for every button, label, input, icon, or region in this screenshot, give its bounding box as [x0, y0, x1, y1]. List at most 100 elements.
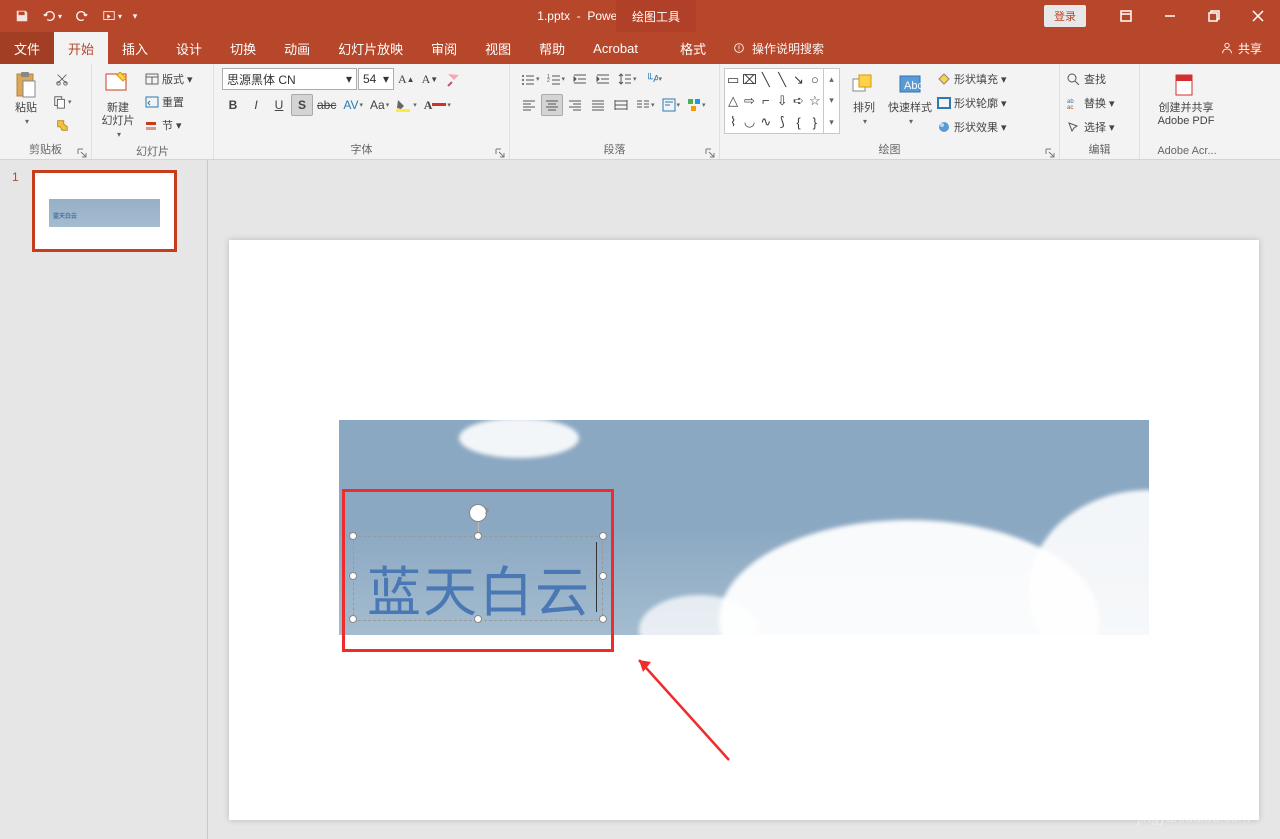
drawing-dialog-launcher[interactable]	[1045, 145, 1057, 157]
gallery-up[interactable]: ▴	[824, 69, 839, 90]
share-button[interactable]: 共享	[1202, 32, 1280, 64]
tab-file[interactable]: 文件	[0, 32, 54, 64]
clipboard-dialog-launcher[interactable]	[77, 145, 89, 157]
font-dialog-launcher[interactable]	[495, 145, 507, 157]
find-button[interactable]: 查找	[1064, 68, 1118, 90]
maximize-icon[interactable]	[1192, 1, 1236, 31]
section-button[interactable]: 节▾	[142, 114, 196, 136]
shape-line[interactable]: ╲	[758, 69, 774, 90]
shape-brace-r[interactable]: }	[807, 112, 823, 133]
tab-insert[interactable]: 插入	[108, 32, 162, 64]
create-adobe-pdf-button[interactable]: 创建并共享Adobe PDF	[1144, 68, 1228, 130]
slide-canvas[interactable]: 蓝天白云 Baidu 经验 jingyan.baidu.com	[208, 160, 1280, 839]
resize-handle[interactable]	[599, 572, 607, 580]
cut-icon[interactable]	[50, 68, 75, 90]
qat-customize-icon[interactable]: ▾	[128, 2, 142, 30]
increase-font-icon[interactable]: A▲	[395, 68, 418, 90]
reset-button[interactable]: 重置	[142, 91, 196, 113]
paragraph-dialog-launcher[interactable]	[705, 145, 717, 157]
rotation-handle[interactable]	[469, 504, 487, 522]
columns-button[interactable]: ▾	[633, 94, 658, 116]
strikethrough-button[interactable]: abc	[314, 94, 339, 116]
decrease-indent-button[interactable]	[569, 68, 591, 90]
shape-textbox[interactable]: ⌧	[741, 69, 757, 90]
tab-acrobat[interactable]: Acrobat	[579, 32, 652, 64]
distribute-button[interactable]	[610, 94, 632, 116]
slide-thumbnail-1[interactable]: 1 蓝天白云	[14, 170, 193, 252]
increase-indent-button[interactable]	[592, 68, 614, 90]
new-slide-button[interactable]: 新建幻灯片▾	[96, 68, 140, 141]
align-center-button[interactable]	[541, 94, 563, 116]
smartart-button[interactable]: ▾	[684, 94, 709, 116]
decrease-font-icon[interactable]: A▼	[419, 68, 442, 90]
bold-button[interactable]: B	[222, 94, 244, 116]
replace-button[interactable]: abac替换▾	[1064, 92, 1118, 114]
underline-button[interactable]: U	[268, 94, 290, 116]
shape-tri[interactable]: △	[725, 90, 741, 111]
shape-outline-button[interactable]: 形状轮廓▾	[934, 92, 1010, 114]
tab-review[interactable]: 审阅	[417, 32, 471, 64]
change-case-button[interactable]: Aa▾	[367, 94, 392, 116]
minimize-icon[interactable]	[1148, 1, 1192, 31]
quick-styles-button[interactable]: Abc 快速样式▾	[888, 68, 932, 130]
copy-icon[interactable]: ▾	[50, 91, 75, 113]
font-name-combo[interactable]: 思源黑体 CN▾	[222, 68, 357, 90]
align-right-button[interactable]	[564, 94, 586, 116]
resize-handle[interactable]	[599, 532, 607, 540]
slide-thumbnail-pane[interactable]: 1 蓝天白云	[0, 160, 208, 839]
shadow-button[interactable]: S	[291, 94, 313, 116]
shape-arc[interactable]: ◡	[741, 112, 757, 133]
shape-oval[interactable]: ○	[807, 69, 823, 90]
clear-formatting-icon[interactable]	[442, 68, 464, 90]
redo-icon[interactable]	[68, 2, 96, 30]
tab-view[interactable]: 视图	[471, 32, 525, 64]
close-icon[interactable]	[1236, 1, 1280, 31]
shape-rect[interactable]: ▭	[725, 69, 741, 90]
shape-corner[interactable]: ⌐	[758, 90, 774, 111]
shape-line2[interactable]: ╲	[774, 69, 790, 90]
tab-design[interactable]: 设计	[162, 32, 216, 64]
text-direction-button[interactable]: ╙A▾	[641, 68, 666, 90]
shape-arrow-r[interactable]: ⇨	[741, 90, 757, 111]
shape-free[interactable]: ∿	[758, 112, 774, 133]
shape-fill-button[interactable]: 形状填充▾	[934, 68, 1010, 90]
align-left-button[interactable]	[518, 94, 540, 116]
line-spacing-button[interactable]: ▾	[615, 68, 640, 90]
bullets-button[interactable]: ▾	[518, 68, 543, 90]
italic-button[interactable]: I	[245, 94, 267, 116]
align-text-button[interactable]: ▾	[659, 94, 684, 116]
start-from-beginning-icon[interactable]: ▾	[98, 2, 126, 30]
save-icon[interactable]	[8, 2, 36, 30]
paste-button[interactable]: 粘贴▾	[4, 68, 48, 130]
font-size-combo[interactable]: 54▾	[358, 68, 394, 90]
shape-arrow[interactable]: ➪	[790, 90, 806, 111]
layout-button[interactable]: 版式▾	[142, 68, 196, 90]
tab-help[interactable]: 帮助	[525, 32, 579, 64]
gallery-down[interactable]: ▾	[824, 90, 839, 111]
shape-effects-button[interactable]: 形状效果▾	[934, 116, 1010, 138]
shape-arrowline[interactable]: ↘	[790, 69, 806, 90]
resize-handle[interactable]	[599, 615, 607, 623]
tab-slideshow[interactable]: 幻灯片放映	[324, 32, 417, 64]
tab-home[interactable]: 开始	[54, 32, 108, 64]
shape-star[interactable]: ☆	[807, 90, 823, 111]
select-button[interactable]: 选择▾	[1064, 116, 1118, 138]
gallery-more[interactable]: ▾	[824, 112, 839, 133]
highlight-button[interactable]: ▾	[393, 94, 420, 116]
shape-brace-l[interactable]: {	[790, 112, 806, 133]
arrange-button[interactable]: 排列▾	[842, 68, 886, 130]
ribbon-display-options-icon[interactable]	[1104, 1, 1148, 31]
tab-animations[interactable]: 动画	[270, 32, 324, 64]
shape-arrow-d[interactable]: ⇩	[774, 90, 790, 111]
resize-handle[interactable]	[474, 532, 482, 540]
shape-curve2[interactable]: ⟆	[774, 112, 790, 133]
textbox-content[interactable]: 蓝天白云	[367, 548, 591, 627]
tab-transitions[interactable]: 切换	[216, 32, 270, 64]
font-color-button[interactable]: A▾	[421, 94, 454, 116]
shape-curve[interactable]: ⌇	[725, 112, 741, 133]
login-button[interactable]: 登录	[1044, 5, 1086, 27]
numbering-button[interactable]: 12▾	[544, 68, 569, 90]
undo-icon[interactable]: ▾	[38, 2, 66, 30]
resize-handle[interactable]	[349, 572, 357, 580]
slide[interactable]: 蓝天白云	[229, 240, 1259, 820]
